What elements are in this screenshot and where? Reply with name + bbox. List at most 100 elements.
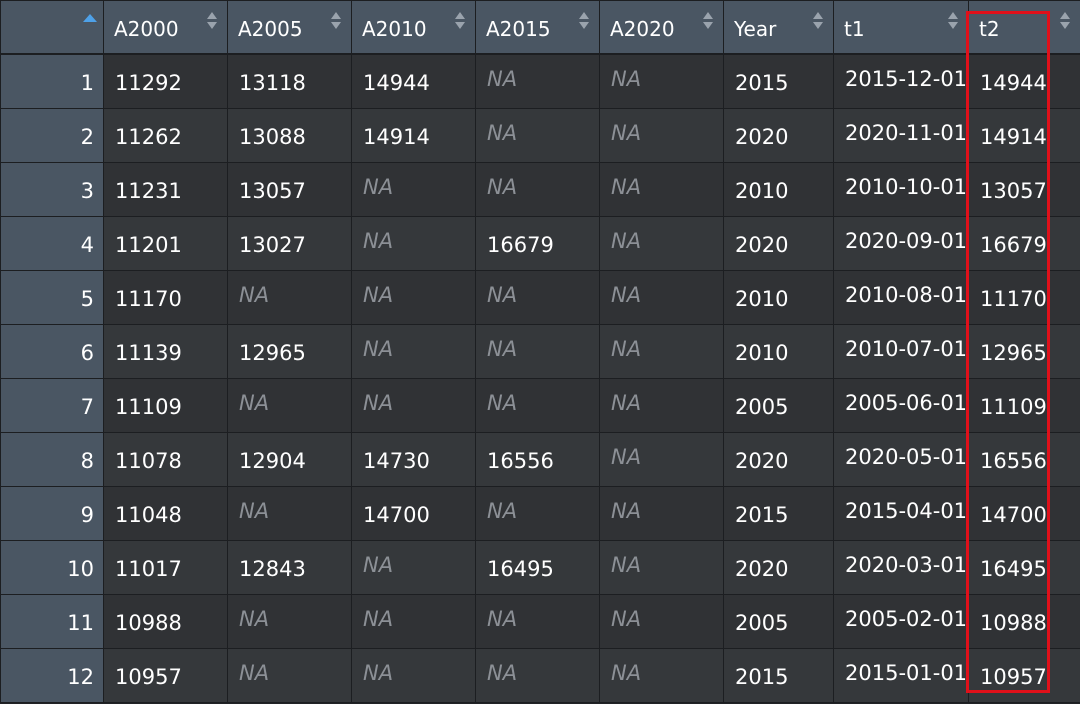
cell-t2: 14700 <box>968 486 1080 541</box>
cell-t1: 2010-08-01 <box>833 270 969 325</box>
row-number: 10 <box>0 540 104 595</box>
column-header-a2010[interactable]: A2010 <box>351 0 476 55</box>
cell-a2010: NA <box>351 540 476 595</box>
cell-a2020: NA <box>599 432 724 487</box>
na-value: NA <box>363 607 394 631</box>
cell-t2: 11170 <box>968 270 1080 325</box>
cell-year: 2015 <box>723 53 834 109</box>
row-number-label: 8 <box>80 449 94 473</box>
cell-a2005: 13088 <box>227 108 352 163</box>
cell-a2010: NA <box>351 594 476 649</box>
cell-a2020: NA <box>599 108 724 163</box>
na-value: NA <box>239 607 270 631</box>
cell-a2020: NA <box>599 216 724 271</box>
row-number: 5 <box>0 270 104 325</box>
cell-a2005: NA <box>227 648 352 703</box>
data-viewer: A2000 A2005 A2010 A2015 A2020 Year t1 t2… <box>0 0 1080 704</box>
cell-value: 2010-07-01 <box>845 337 968 361</box>
cell-a2000: 11048 <box>103 486 228 541</box>
column-header-t1[interactable]: t1 <box>833 0 969 55</box>
cell-value: 2005-06-01 <box>845 391 968 415</box>
cell-value: 11078 <box>115 449 182 473</box>
na-value: NA <box>487 67 518 91</box>
table-row: 5 11170 NA NA NA NA 2010 2010-08-01 11170 <box>0 270 1080 325</box>
row-number-label: 3 <box>80 179 94 203</box>
row-number: 8 <box>0 432 104 487</box>
cell-value: 2020-11-01 <box>845 121 968 145</box>
cell-value: 14944 <box>980 71 1047 95</box>
cell-value: 13027 <box>239 233 306 257</box>
cell-a2020: NA <box>599 540 724 595</box>
table-row: 4 11201 13027 NA 16679 NA 2020 2020-09-01 16679 <box>0 216 1080 271</box>
cell-t1: 2015-01-01 <box>833 648 969 703</box>
table-row: 6 11139 12965 NA NA NA 2010 2010-07-01 12965 <box>0 324 1080 379</box>
sort-toggle-icon[interactable] <box>207 11 217 31</box>
cell-value: 11017 <box>115 557 182 581</box>
na-value: NA <box>363 337 394 361</box>
cell-a2015: NA <box>475 324 600 379</box>
cell-t2: 16556 <box>968 432 1080 487</box>
table-row: 8 11078 12904 14730 16556 NA 2020 2020-05-01 165… <box>0 432 1080 487</box>
cell-value: 2015-04-01 <box>845 499 968 523</box>
row-number-label: 7 <box>80 395 94 419</box>
sort-ascending-icon[interactable] <box>83 14 97 22</box>
cell-value: 14730 <box>363 449 430 473</box>
sort-toggle-icon[interactable] <box>948 11 958 31</box>
row-number-label: 6 <box>80 341 94 365</box>
data-table: A2000 A2005 A2010 A2015 A2020 Year t1 t2… <box>0 0 1080 703</box>
cell-value: 2020-09-01 <box>845 229 968 253</box>
cell-year: 2020 <box>723 540 834 595</box>
column-header-label: t2 <box>979 17 1000 41</box>
cell-value: 2015 <box>735 503 789 527</box>
table-row: 10 11017 12843 NA 16495 NA 2020 2020-03-01 16495 <box>0 540 1080 595</box>
cell-t2: 14944 <box>968 53 1080 109</box>
cell-t1: 2020-09-01 <box>833 216 969 271</box>
column-header-year[interactable]: Year <box>723 0 834 55</box>
cell-t1: 2015-04-01 <box>833 486 969 541</box>
cell-a2000: 11078 <box>103 432 228 487</box>
row-number-label: 5 <box>80 287 94 311</box>
row-number: 9 <box>0 486 104 541</box>
na-value: NA <box>363 283 394 307</box>
cell-value: 2020 <box>735 449 789 473</box>
index-column-header[interactable] <box>0 0 104 55</box>
cell-value: 11201 <box>115 233 182 257</box>
sort-toggle-icon[interactable] <box>1060 11 1070 31</box>
column-header-a2005[interactable]: A2005 <box>227 0 352 55</box>
cell-a2020: NA <box>599 270 724 325</box>
cell-value: 13088 <box>239 125 306 149</box>
cell-value: 16556 <box>980 449 1047 473</box>
cell-a2005: 12965 <box>227 324 352 379</box>
column-header-a2000[interactable]: A2000 <box>103 0 228 55</box>
sort-toggle-icon[interactable] <box>455 11 465 31</box>
cell-value: 14944 <box>363 71 430 95</box>
cell-a2020: NA <box>599 594 724 649</box>
cell-t2: 10988 <box>968 594 1080 649</box>
cell-value: 10957 <box>115 665 182 689</box>
cell-a2000: 11139 <box>103 324 228 379</box>
na-value: NA <box>487 121 518 145</box>
cell-value: 2010-08-01 <box>845 283 968 307</box>
cell-value: 13057 <box>980 179 1047 203</box>
cell-value: 2020-05-01 <box>845 445 968 469</box>
column-header-t2[interactable]: t2 <box>968 0 1080 55</box>
table-row: 12 10957 NA NA NA NA 2015 2015-01-01 10957 <box>0 648 1080 703</box>
sort-toggle-icon[interactable] <box>813 11 823 31</box>
column-header-a2020[interactable]: A2020 <box>599 0 724 55</box>
cell-a2005: 12843 <box>227 540 352 595</box>
cell-value: 11292 <box>115 71 182 95</box>
sort-toggle-icon[interactable] <box>703 11 713 31</box>
cell-value: 14914 <box>980 125 1047 149</box>
cell-value: 2020 <box>735 233 789 257</box>
na-value: NA <box>611 283 642 307</box>
sort-toggle-icon[interactable] <box>579 11 589 31</box>
cell-a2005: 13057 <box>227 162 352 217</box>
cell-value: 12965 <box>980 341 1047 365</box>
cell-t1: 2020-11-01 <box>833 108 969 163</box>
cell-a2020: NA <box>599 53 724 109</box>
column-header-a2015[interactable]: A2015 <box>475 0 600 55</box>
cell-a2020: NA <box>599 648 724 703</box>
cell-a2015: NA <box>475 594 600 649</box>
sort-toggle-icon[interactable] <box>331 11 341 31</box>
na-value: NA <box>363 661 394 685</box>
